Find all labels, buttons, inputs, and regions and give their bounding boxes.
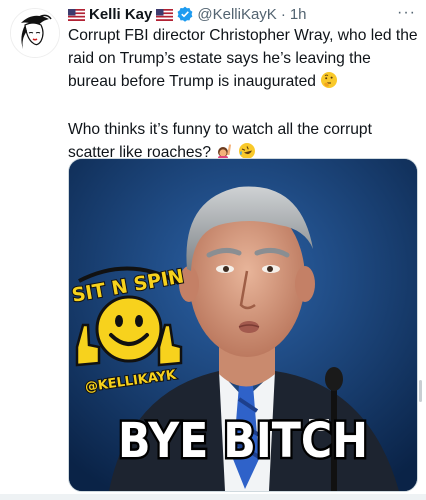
- tweet-header: Kelli Kay @KelliKayK · 1h: [68, 4, 418, 24]
- avatar[interactable]: [10, 8, 60, 58]
- us-flag-icon: [68, 8, 85, 21]
- more-options-icon[interactable]: ···: [397, 4, 416, 22]
- tweet-paragraph-1: Corrupt FBI director Christopher Wray, w…: [68, 27, 418, 90]
- bottom-bar: [0, 494, 426, 500]
- thinking-face-emoji: [320, 71, 338, 96]
- separator: ·: [280, 5, 286, 23]
- handle[interactable]: @KelliKayK: [197, 6, 276, 23]
- timestamp[interactable]: 1h: [290, 6, 307, 23]
- display-name[interactable]: Kelli Kay: [89, 6, 152, 23]
- tweet-image[interactable]: SIT N SPIN @KELLIKAYK BYE BITCH: [68, 158, 418, 492]
- verified-badge-icon[interactable]: [177, 6, 193, 22]
- caption-text: BYE BITCH: [118, 413, 368, 469]
- tweet-text: Corrupt FBI director Christopher Wray, w…: [68, 24, 418, 167]
- us-flag-icon: [156, 8, 174, 21]
- scrollbar[interactable]: [419, 380, 422, 402]
